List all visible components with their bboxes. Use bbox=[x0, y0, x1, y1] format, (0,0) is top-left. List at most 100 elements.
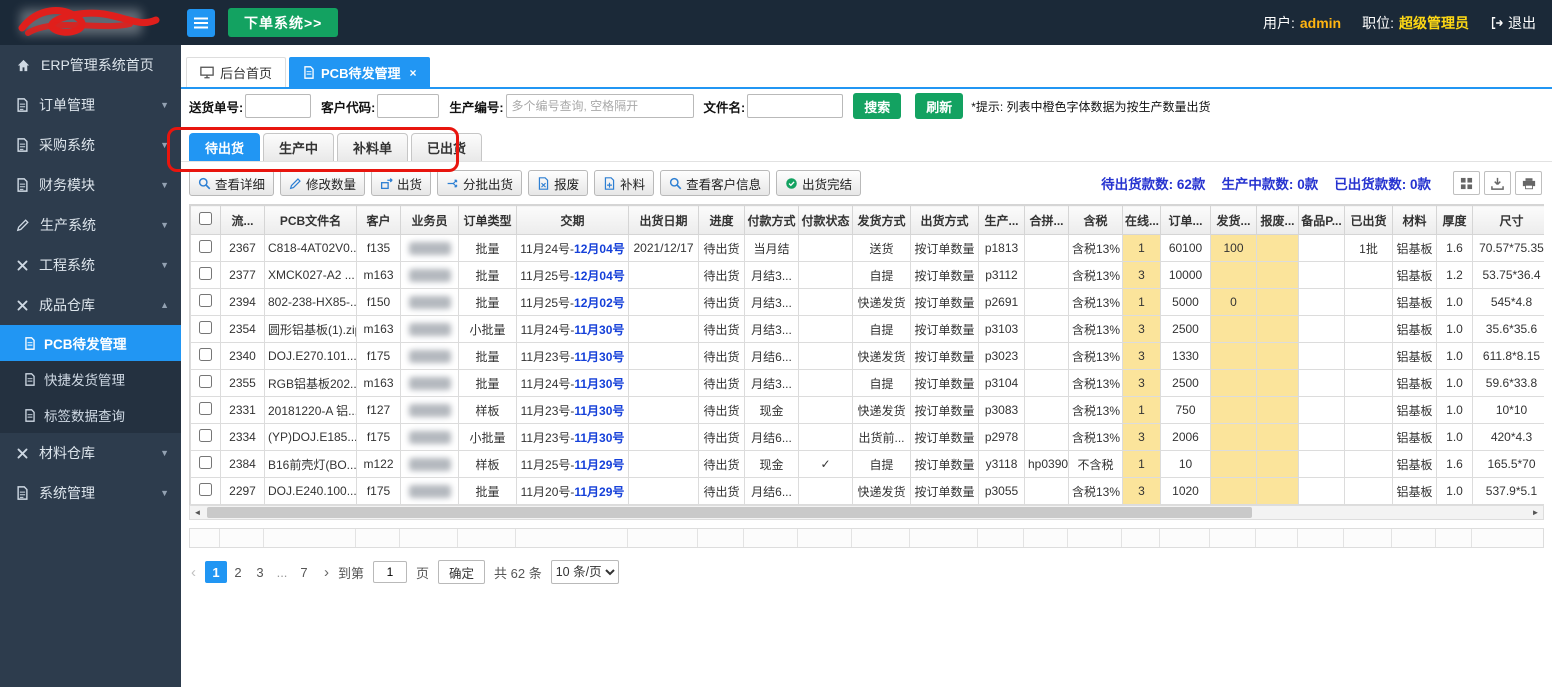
column-header[interactable]: 客户 bbox=[356, 205, 401, 235]
column-header[interactable]: 备品P... bbox=[1298, 205, 1345, 235]
column-header[interactable]: 订单类型 bbox=[458, 205, 517, 235]
select-all-checkbox[interactable] bbox=[199, 212, 212, 225]
column-header[interactable]: 订单... bbox=[1160, 205, 1211, 235]
column-header[interactable]: 厚度 bbox=[1436, 205, 1473, 235]
table-row[interactable]: 2340 DOJ.E270.101... f175 批量 11月23号-11月30号 待出… bbox=[190, 342, 1544, 370]
table-row[interactable]: 2384 B16前壳灯(BO... m122 样板 11月25号-11月29号 待出货 现金… bbox=[190, 450, 1544, 478]
row-checkbox[interactable] bbox=[199, 321, 212, 334]
column-header[interactable]: 含税 bbox=[1068, 205, 1123, 235]
column-header[interactable]: 在线... bbox=[1122, 205, 1161, 235]
sidebar-item-orders[interactable]: 订单管理 ▼ bbox=[0, 85, 181, 125]
column-header[interactable]: 发货方式 bbox=[852, 205, 911, 235]
scrollbar-thumb[interactable] bbox=[207, 507, 1253, 518]
customer-code-input[interactable] bbox=[377, 94, 440, 118]
column-header[interactable]: 流... bbox=[220, 205, 265, 235]
column-header[interactable]: 合拼... bbox=[1024, 205, 1069, 235]
row-checkbox[interactable] bbox=[199, 348, 212, 361]
table-row[interactable]: 2354 圆形铝基板(1).zip m163 小批量 11月24号-11月30号 待出货月… bbox=[190, 315, 1544, 343]
ship-button[interactable]: 出货 bbox=[371, 170, 432, 196]
finish-shipping-button[interactable]: 出货完结 bbox=[776, 170, 862, 196]
row-checkbox[interactable] bbox=[199, 240, 212, 253]
sidebar-item-production[interactable]: 生产系统 ▼ bbox=[0, 205, 181, 245]
row-checkbox[interactable] bbox=[199, 429, 212, 442]
status-tab-shipped[interactable]: 已出货 bbox=[411, 133, 483, 161]
logout-button[interactable]: 退出 bbox=[1490, 13, 1536, 33]
sidebar-subitem-pcb-shipping[interactable]: PCB待发管理 bbox=[0, 325, 181, 361]
column-settings-button[interactable] bbox=[1453, 171, 1480, 195]
column-header[interactable]: 付款方式 bbox=[744, 205, 799, 235]
filename-input[interactable] bbox=[747, 94, 844, 118]
status-tab-in-production[interactable]: 生产中 bbox=[263, 133, 335, 161]
sidebar-item-purchasing[interactable]: 采购系统 ▼ bbox=[0, 125, 181, 165]
sidebar-subitem-label-data-query[interactable]: 标签数据查询 bbox=[0, 397, 181, 433]
table-row[interactable]: 2394 802-238-HX85-... f150 批量 11月25号-12月02号 待… bbox=[190, 288, 1544, 316]
column-header[interactable]: 业务员 bbox=[400, 205, 459, 235]
tab-close-icon[interactable]: × bbox=[409, 66, 416, 80]
column-header[interactable]: 已出货 bbox=[1344, 205, 1393, 235]
scroll-right-icon[interactable]: ► bbox=[1528, 508, 1543, 517]
sidebar-item-home[interactable]: ERP管理系统首页 bbox=[0, 45, 181, 85]
order-system-button[interactable]: 下单系统>> bbox=[228, 8, 339, 37]
status-tab-pending-ship[interactable]: 待出货 bbox=[189, 133, 261, 161]
view-detail-button[interactable]: 查看详细 bbox=[189, 170, 275, 196]
column-header[interactable]: 出货方式 bbox=[910, 205, 979, 235]
column-header[interactable]: PCB文件名 bbox=[264, 205, 357, 235]
status-tab-refill[interactable]: 补料单 bbox=[337, 133, 409, 161]
search-button[interactable]: 搜索 bbox=[853, 93, 902, 119]
sidebar-item-materials[interactable]: 材料仓库 ▼ bbox=[0, 433, 181, 473]
table-row[interactable]: 2377 XMCK027-A2 ... m163 批量 11月25号-12月04号 待出货… bbox=[190, 261, 1544, 289]
goto-page-input[interactable] bbox=[373, 561, 408, 583]
table-row[interactable]: 2297 DOJ.E240.100... f175 批量 11月20号-11月29号 待出… bbox=[190, 477, 1544, 505]
page-button-2[interactable]: 2 bbox=[227, 561, 249, 583]
view-customer-button[interactable]: 查看客户信息 bbox=[660, 170, 771, 196]
prev-page-icon[interactable]: ‹ bbox=[191, 564, 196, 581]
scrap-button[interactable]: 报废 bbox=[528, 170, 589, 196]
row-checkbox[interactable] bbox=[199, 267, 212, 280]
tab-pcb-shipping[interactable]: PCB待发管理 × bbox=[289, 57, 431, 87]
page-button-1[interactable]: 1 bbox=[205, 561, 227, 583]
column-header[interactable]: 生产... bbox=[978, 205, 1025, 235]
page-button-7[interactable]: 7 bbox=[293, 561, 315, 583]
scroll-left-icon[interactable]: ◄ bbox=[190, 508, 205, 517]
delivery-no-input[interactable] bbox=[245, 94, 312, 118]
menu-toggle-button[interactable] bbox=[187, 8, 215, 37]
tab-backend-home[interactable]: 后台首页 bbox=[186, 57, 287, 87]
column-header[interactable]: 报废... bbox=[1256, 205, 1299, 235]
sidebar-item-finance[interactable]: 财务模块 ▼ bbox=[0, 165, 181, 205]
page-size-select[interactable]: 10 条/页 bbox=[550, 560, 619, 584]
sidebar-subitem-quick-shipping[interactable]: 快捷发货管理 bbox=[0, 361, 181, 397]
print-button[interactable] bbox=[1515, 171, 1542, 195]
column-header[interactable]: 出货日期 bbox=[628, 205, 699, 235]
batch-ship-button[interactable]: 分批出货 bbox=[437, 170, 523, 196]
row-checkbox[interactable] bbox=[199, 402, 212, 415]
cell-pay-state bbox=[798, 477, 853, 505]
table-row[interactable]: 2331 20181220-A 铝... f127 样板 11月23号-11月30号 待出… bbox=[190, 396, 1544, 424]
scrollbar-track[interactable] bbox=[205, 506, 1528, 519]
row-checkbox[interactable] bbox=[199, 375, 212, 388]
row-checkbox[interactable] bbox=[199, 294, 212, 307]
goto-confirm-button[interactable]: 确定 bbox=[438, 560, 486, 584]
page-button-3[interactable]: 3 bbox=[249, 561, 271, 583]
refresh-button[interactable]: 刷新 bbox=[915, 93, 964, 119]
table-row[interactable]: 2355 RGB铝基板202... m163 批量 11月24号-11月30号 待出货 月结… bbox=[190, 369, 1544, 397]
table-row[interactable]: 2367 C818-4AT02V0... f135 批量 11月24号-12月04号 20… bbox=[190, 234, 1544, 262]
modify-qty-button[interactable]: 修改数量 bbox=[280, 170, 366, 196]
column-header[interactable]: 付款状态 bbox=[798, 205, 853, 235]
column-header[interactable]: 材料 bbox=[1392, 205, 1437, 235]
row-checkbox[interactable] bbox=[199, 456, 212, 469]
production-no-input[interactable] bbox=[505, 94, 694, 118]
horizontal-scrollbar[interactable]: ◄ ► bbox=[189, 505, 1544, 520]
refill-button[interactable]: 补料 bbox=[594, 170, 655, 196]
column-header[interactable]: 尺寸 bbox=[1472, 205, 1544, 235]
cell-customer: f150 bbox=[356, 288, 401, 316]
row-checkbox[interactable] bbox=[199, 483, 212, 496]
sidebar-item-finished-goods[interactable]: 成品仓库 ▲ bbox=[0, 285, 181, 325]
export-button[interactable] bbox=[1484, 171, 1511, 195]
table-row[interactable]: 2334 (YP)DOJ.E185... f175 小批量 11月23号-11月30号 待… bbox=[190, 423, 1544, 451]
column-header[interactable]: 交期 bbox=[516, 205, 629, 235]
next-page-icon[interactable]: › bbox=[324, 564, 329, 581]
sidebar-item-system[interactable]: 系统管理 ▼ bbox=[0, 473, 181, 513]
column-header[interactable]: 进度 bbox=[698, 205, 745, 235]
column-header[interactable]: 发货... bbox=[1210, 205, 1257, 235]
sidebar-item-engineering[interactable]: 工程系统 ▼ bbox=[0, 245, 181, 285]
